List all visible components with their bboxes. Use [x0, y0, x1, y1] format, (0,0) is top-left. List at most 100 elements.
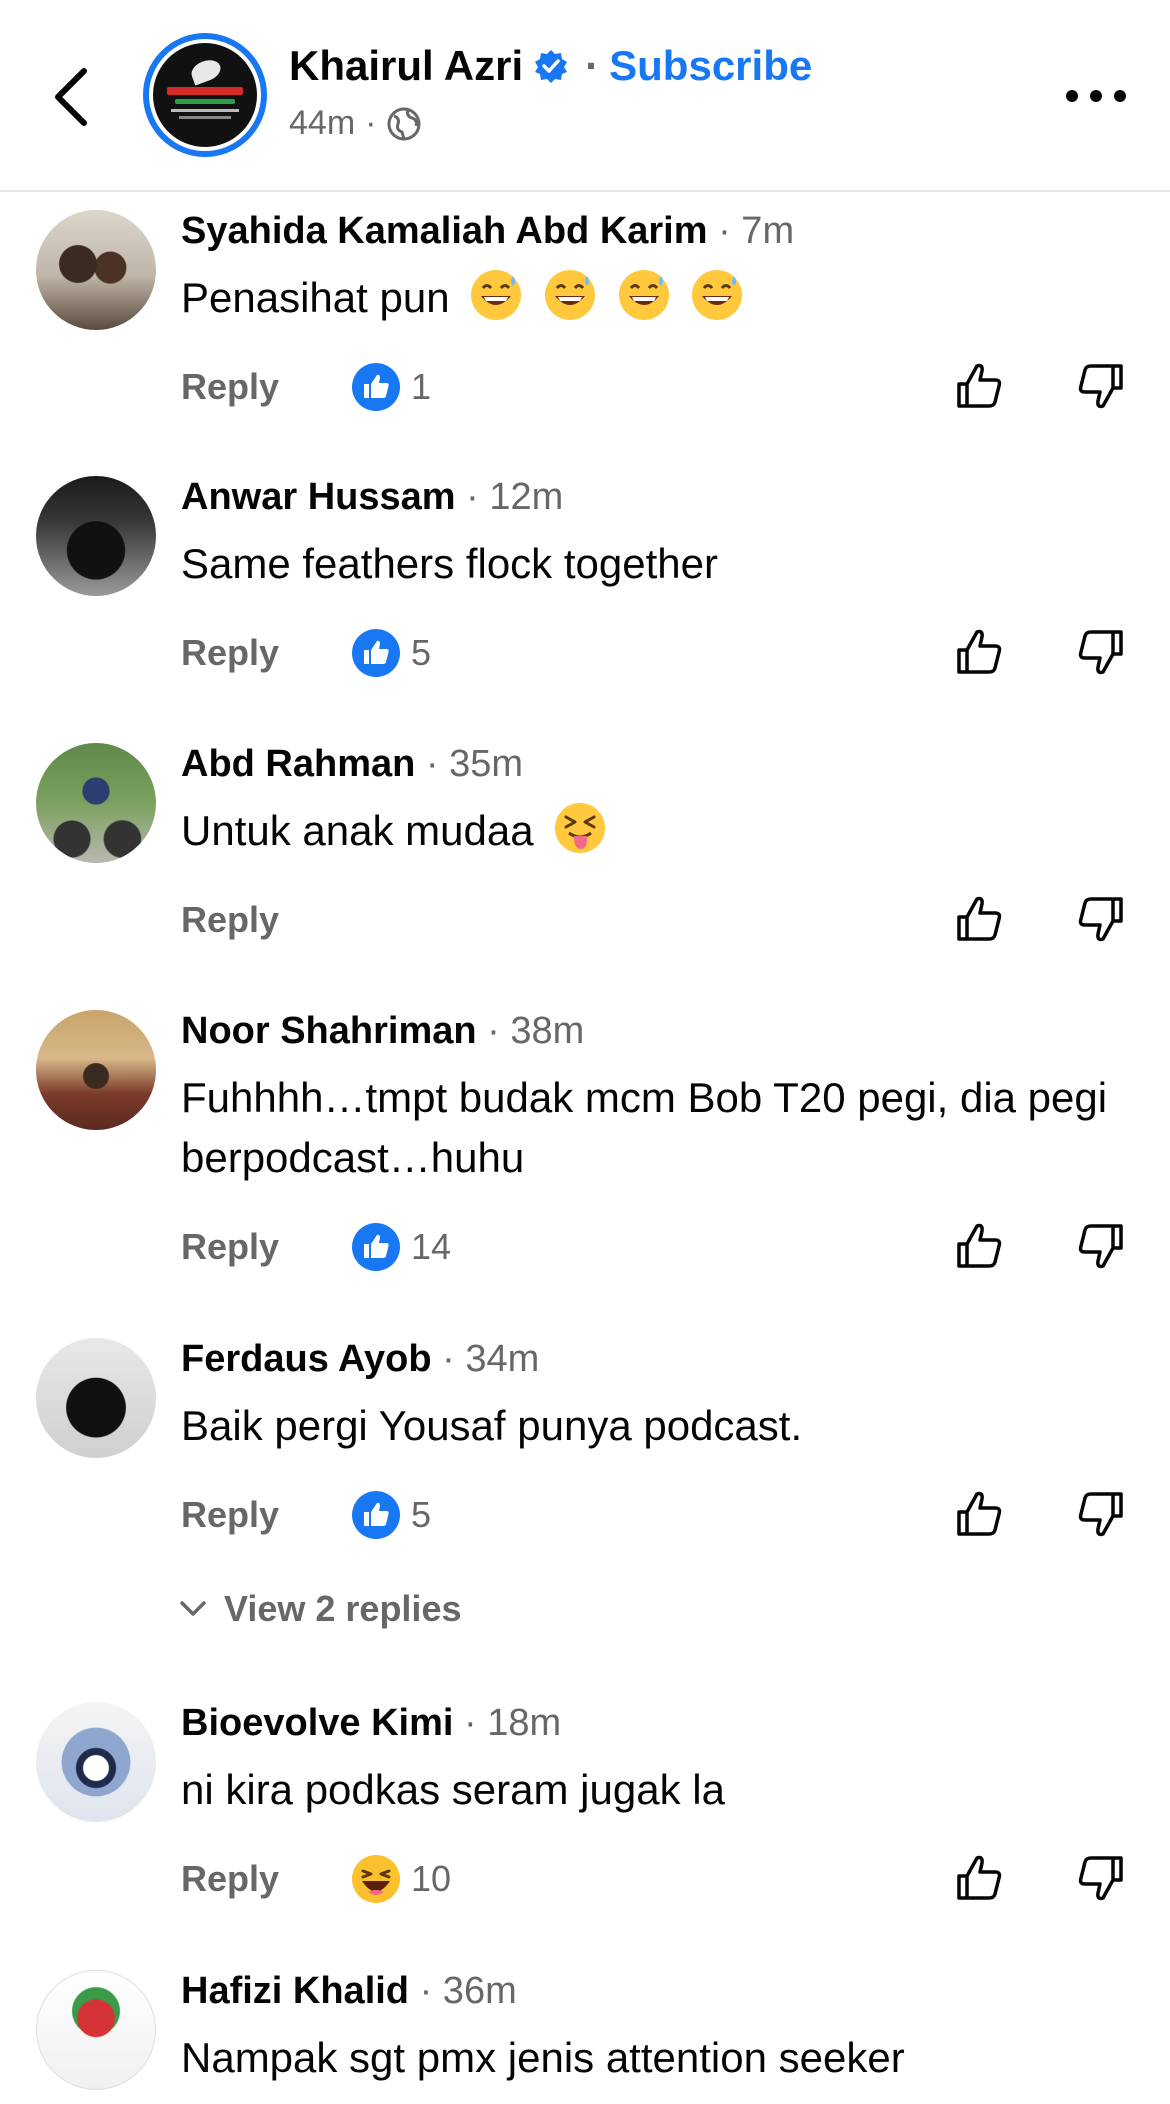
comment-text: Baik pergi Yousaf punya podcast. — [181, 1396, 1131, 1456]
meta-separator: · — [365, 104, 377, 142]
reply-button[interactable]: Reply — [181, 1226, 279, 1268]
reaction-count: 5 — [411, 632, 432, 673]
back-button[interactable] — [44, 62, 96, 132]
comment-time[interactable]: · 35m — [426, 743, 523, 785]
page-title-row: Khairul Azri · Subscribe — [289, 42, 812, 90]
grinning-sweat-emoji — [609, 270, 671, 321]
commenter-name[interactable]: Abd Rahman — [181, 743, 415, 785]
reply-button[interactable]: Reply — [181, 899, 279, 941]
reaction-summary[interactable]: 5 — [351, 1490, 431, 1540]
comment-text: Penasihat pun — [181, 268, 1131, 328]
reply-button[interactable]: Reply — [181, 632, 279, 674]
commenter-avatar[interactable] — [36, 743, 156, 863]
haha-reaction-icon — [352, 1855, 400, 1903]
page-avatar[interactable] — [143, 33, 267, 157]
thumbs-down-icon[interactable] — [1073, 1218, 1129, 1274]
thumbs-up-icon[interactable] — [951, 891, 1007, 947]
more-dot-icon — [1090, 90, 1102, 102]
comment-body: Penasihat pun — [181, 274, 450, 321]
thumbs-down-icon[interactable] — [1073, 891, 1129, 947]
thumbs-down-icon[interactable] — [1073, 1486, 1129, 1542]
more-dot-icon — [1066, 90, 1078, 102]
reaction-count: 14 — [411, 1226, 452, 1267]
commenter-avatar[interactable] — [36, 1338, 156, 1458]
comment-actions: Reply 5 — [181, 624, 1141, 684]
comment-body: Baik pergi Yousaf punya podcast. — [181, 1402, 803, 1449]
commenter-name[interactable]: Hafizi Khalid — [181, 1970, 409, 2012]
commenter-avatar[interactable] — [36, 1010, 156, 1130]
thumbs-up-icon[interactable] — [951, 1218, 1007, 1274]
like-reaction-icon — [352, 363, 400, 411]
comment-actions: Reply 5 — [181, 1486, 1141, 1546]
subscribe-button[interactable]: Subscribe — [609, 42, 812, 90]
comment-text: ni kira podkas seram jugak la — [181, 1760, 1131, 1820]
commenter-avatar[interactable] — [36, 476, 156, 596]
reaction-count: 1 — [411, 366, 432, 407]
commenter-name[interactable]: Syahida Kamaliah Abd Karim — [181, 210, 708, 252]
reaction-summary[interactable]: 5 — [351, 628, 431, 678]
commenter-name[interactable]: Ferdaus Ayob — [181, 1338, 432, 1380]
comment-header: Noor Shahriman · 38m — [181, 1010, 584, 1053]
reaction-count: 10 — [411, 1858, 452, 1899]
comment-actions: Reply — [181, 891, 1141, 951]
comment-actions: Reply 1 — [181, 358, 1141, 418]
thumbs-down-icon[interactable] — [1073, 624, 1129, 680]
comment-header: Hafizi Khalid · 36m — [181, 1970, 517, 2013]
more-options-button[interactable] — [1066, 78, 1126, 114]
comment-body: Fuhhhh…tmpt budak mcm Bob T20 pegi, dia … — [181, 1074, 1108, 1181]
comment-time[interactable]: · 38m — [487, 1010, 584, 1052]
reply-button[interactable]: Reply — [181, 1858, 279, 1900]
comment-body: Same feathers flock together — [181, 540, 718, 587]
thumbs-down-icon[interactable] — [1073, 358, 1129, 414]
comment-actions: Reply 10 — [181, 1850, 1141, 1910]
comment-text: Fuhhhh…tmpt budak mcm Bob T20 pegi, dia … — [181, 1068, 1131, 1188]
commenter-avatar[interactable] — [36, 1970, 156, 2090]
chevron-down-icon — [180, 1601, 206, 1616]
reply-button[interactable]: Reply — [181, 1494, 279, 1536]
comment-header: Ferdaus Ayob · 34m — [181, 1338, 539, 1381]
comment-actions: Reply 14 — [181, 1218, 1141, 1278]
commenter-name[interactable]: Anwar Hussam — [181, 476, 456, 518]
comment-body: Untuk anak mudaa — [181, 807, 534, 854]
post-header: Khairul Azri · Subscribe 44m · — [0, 0, 1170, 192]
chevron-left-icon — [55, 68, 87, 126]
comment-time[interactable]: · 12m — [466, 476, 563, 518]
comment-body: ni kira podkas seram jugak la — [181, 1766, 725, 1813]
reaction-summary[interactable]: 14 — [351, 1222, 451, 1272]
more-dot-icon — [1114, 90, 1126, 102]
comment-header: Syahida Kamaliah Abd Karim · 7m — [181, 210, 794, 253]
thumbs-up-icon[interactable] — [951, 358, 1007, 414]
like-reaction-icon — [352, 629, 400, 677]
comment-text: Same feathers flock together — [181, 534, 1131, 594]
comment-time[interactable]: · 36m — [420, 1970, 517, 2012]
page-name[interactable]: Khairul Azri — [289, 42, 523, 90]
comment-time[interactable]: · 18m — [464, 1702, 561, 1744]
reaction-summary[interactable]: 10 — [351, 1854, 451, 1904]
comment-header: Abd Rahman · 35m — [181, 743, 523, 786]
comment-time[interactable]: · 34m — [442, 1338, 539, 1380]
thumbs-up-icon[interactable] — [951, 1486, 1007, 1542]
like-reaction-icon — [352, 1491, 400, 1539]
reaction-count: 5 — [411, 1494, 432, 1535]
comment-header: Anwar Hussam · 12m — [181, 476, 563, 519]
commenter-name[interactable]: Bioevolve Kimi — [181, 1702, 453, 1744]
reply-button[interactable]: Reply — [181, 366, 279, 408]
thumbs-up-icon[interactable] — [951, 624, 1007, 680]
grinning-sweat-emoji — [535, 270, 597, 321]
post-time[interactable]: 44m — [289, 104, 355, 143]
globe-icon — [387, 107, 421, 140]
reaction-summary[interactable]: 1 — [351, 362, 431, 412]
commenter-avatar[interactable] — [36, 210, 156, 330]
view-replies-label: View 2 replies — [224, 1588, 462, 1629]
post-meta: 44m · — [289, 104, 422, 143]
thumbs-up-icon[interactable] — [951, 1850, 1007, 1906]
grinning-sweat-emoji — [682, 270, 744, 321]
title-separator: · — [585, 42, 600, 89]
commenter-avatar[interactable] — [36, 1702, 156, 1822]
thumbs-down-icon[interactable] — [1073, 1850, 1129, 1906]
commenter-name[interactable]: Noor Shahriman — [181, 1010, 477, 1052]
comment-header: Bioevolve Kimi · 18m — [181, 1702, 561, 1745]
comment-time[interactable]: · 7m — [718, 210, 794, 252]
daulat-logo — [58, 528, 134, 564]
view-replies-button[interactable]: View 2 replies — [178, 1588, 461, 1630]
